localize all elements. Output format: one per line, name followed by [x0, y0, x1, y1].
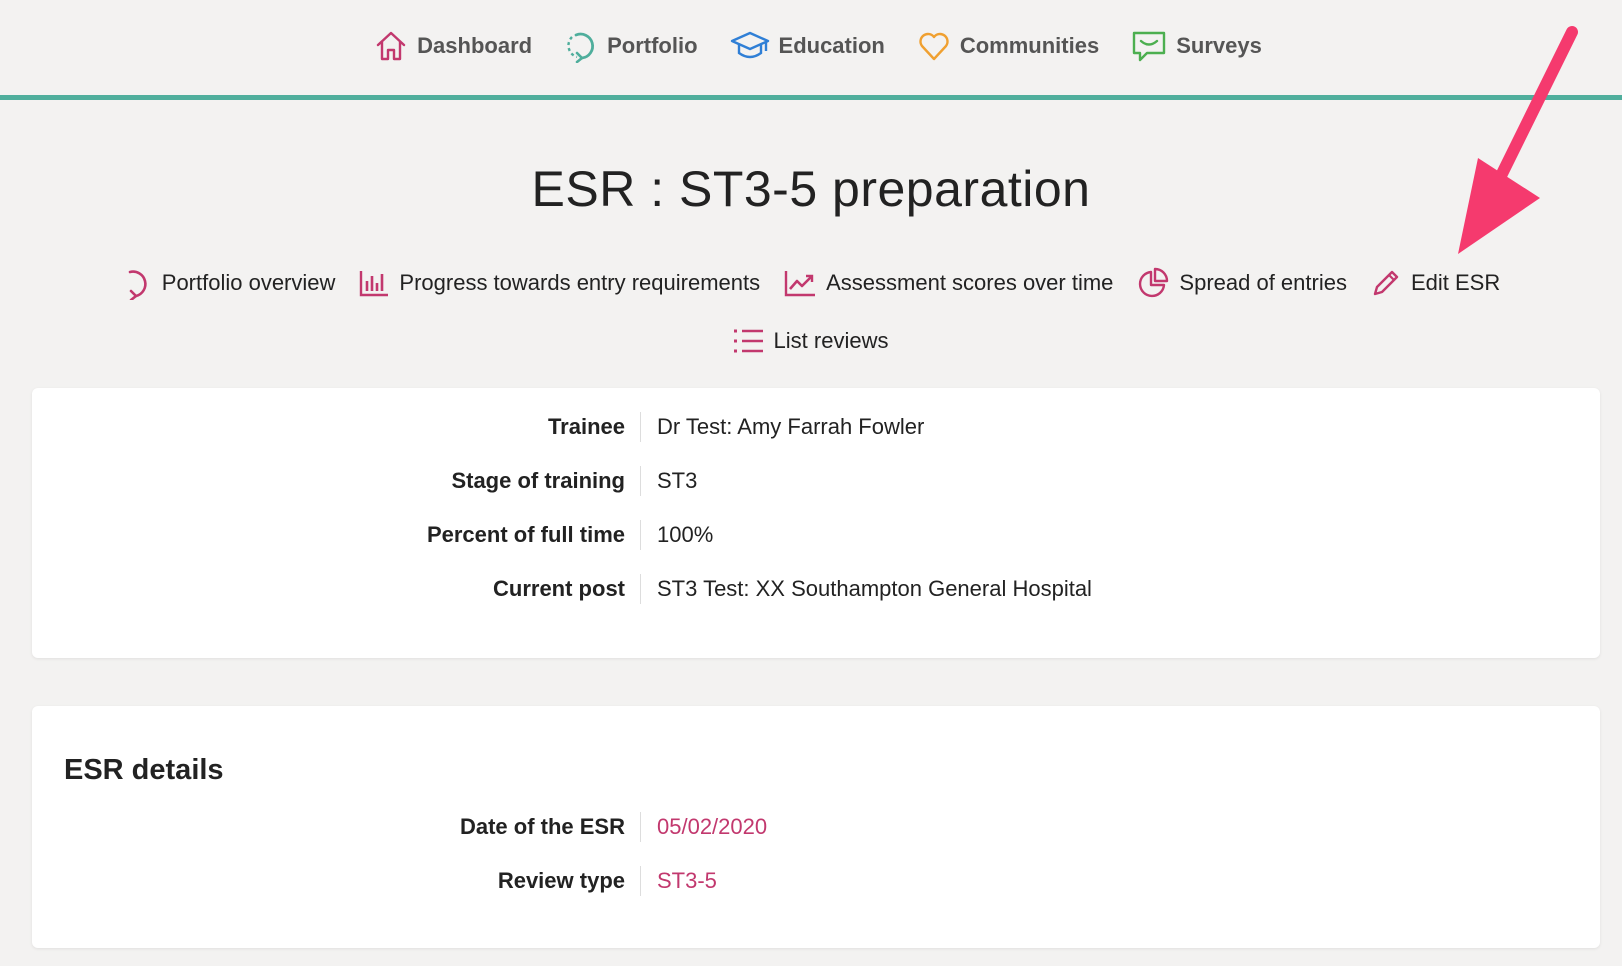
detail-label: Current post	[493, 576, 625, 601]
home-icon	[376, 31, 406, 60]
refresh-icon	[567, 32, 595, 63]
edit-esr-label: Edit ESR	[1410, 270, 1501, 295]
detail-value: 100%	[657, 522, 714, 547]
assessment-scores-label: Assessment scores over time	[826, 270, 1114, 295]
trainee-card: Trainee Dr Test: Amy Farrah Fowler Stage…	[32, 388, 1600, 658]
nav-divider	[0, 95, 1622, 100]
divider	[640, 866, 641, 896]
portfolio-overview-link[interactable]: Portfolio overview	[120, 268, 336, 300]
detail-label: Date of the ESR	[459, 814, 625, 839]
refresh-icon	[128, 270, 147, 300]
nav-communities[interactable]: Communities	[917, 29, 1099, 69]
divider	[640, 520, 641, 550]
detail-row-trainee: Trainee Dr Test: Amy Farrah Fowler	[32, 410, 1600, 444]
section-title: ESR details	[64, 754, 224, 786]
detail-row-review-type: Review type ST3-5	[32, 864, 1600, 898]
list-reviews-label: List reviews	[773, 328, 889, 353]
list-reviews-link[interactable]: List reviews	[732, 326, 889, 356]
review-type-link[interactable]: ST3-5	[657, 864, 717, 898]
bar-chart-icon	[360, 271, 389, 297]
assessment-scores-link[interactable]: Assessment scores over time	[784, 268, 1113, 298]
detail-label: Stage of training	[451, 468, 625, 493]
divider	[640, 574, 641, 604]
detail-value: Dr Test: Amy Farrah Fowler	[657, 414, 925, 439]
nav-education[interactable]: Education	[730, 29, 885, 69]
list-icon	[733, 329, 763, 353]
graduation-cap-icon	[730, 31, 769, 58]
nav-surveys[interactable]: Surveys	[1131, 29, 1262, 69]
edit-esr-link[interactable]: Edit ESR	[1371, 268, 1500, 298]
top-navigation: Dashboard Portfolio Education Communitie…	[0, 0, 1622, 97]
divider	[640, 466, 641, 496]
esr-details-card: ESR details Date of the ESR 05/02/2020 R…	[32, 706, 1600, 948]
esr-date-link[interactable]: 05/02/2020	[657, 810, 767, 844]
nav-dashboard-label: Dashboard	[417, 32, 533, 58]
chat-icon	[1133, 31, 1166, 61]
pie-chart-icon	[1139, 267, 1169, 298]
pencil-icon	[1373, 270, 1399, 296]
detail-row-percent: Percent of full time 100%	[32, 518, 1600, 552]
detail-row-current-post: Current post ST3 Test: XX Southampton Ge…	[32, 572, 1600, 606]
detail-label: Review type	[497, 868, 625, 893]
spread-of-entries-link[interactable]: Spread of entries	[1137, 267, 1347, 298]
detail-label: Trainee	[547, 414, 625, 439]
nav-portfolio[interactable]: Portfolio	[564, 29, 698, 69]
detail-row-stage: Stage of training ST3	[32, 464, 1600, 498]
progress-entry-requirements-link[interactable]: Progress towards entry requirements	[359, 268, 760, 298]
page-title: ESR : ST3-5 preparation	[531, 161, 1091, 217]
progress-entry-requirements-label: Progress towards entry requirements	[399, 270, 761, 295]
action-links: Portfolio overview Progress towards entr…	[60, 267, 1560, 356]
nav-portfolio-label: Portfolio	[607, 32, 698, 58]
divider	[640, 812, 641, 842]
nav-communities-label: Communities	[959, 32, 1100, 58]
portfolio-overview-label: Portfolio overview	[161, 270, 336, 295]
heart-icon	[919, 32, 949, 60]
divider	[640, 412, 641, 442]
annotation-arrow-icon	[1458, 26, 1578, 254]
detail-value: ST3 Test: XX Southampton General Hospita…	[657, 576, 1092, 601]
nav-surveys-label: Surveys	[1176, 32, 1262, 58]
spread-of-entries-label: Spread of entries	[1179, 270, 1347, 295]
detail-label: Percent of full time	[426, 522, 625, 547]
nav-dashboard[interactable]: Dashboard	[374, 29, 532, 69]
detail-row-esr-date: Date of the ESR 05/02/2020	[32, 810, 1600, 844]
detail-value: ST3	[657, 468, 698, 493]
line-chart-icon	[784, 271, 816, 297]
nav-education-label: Education	[778, 32, 885, 58]
